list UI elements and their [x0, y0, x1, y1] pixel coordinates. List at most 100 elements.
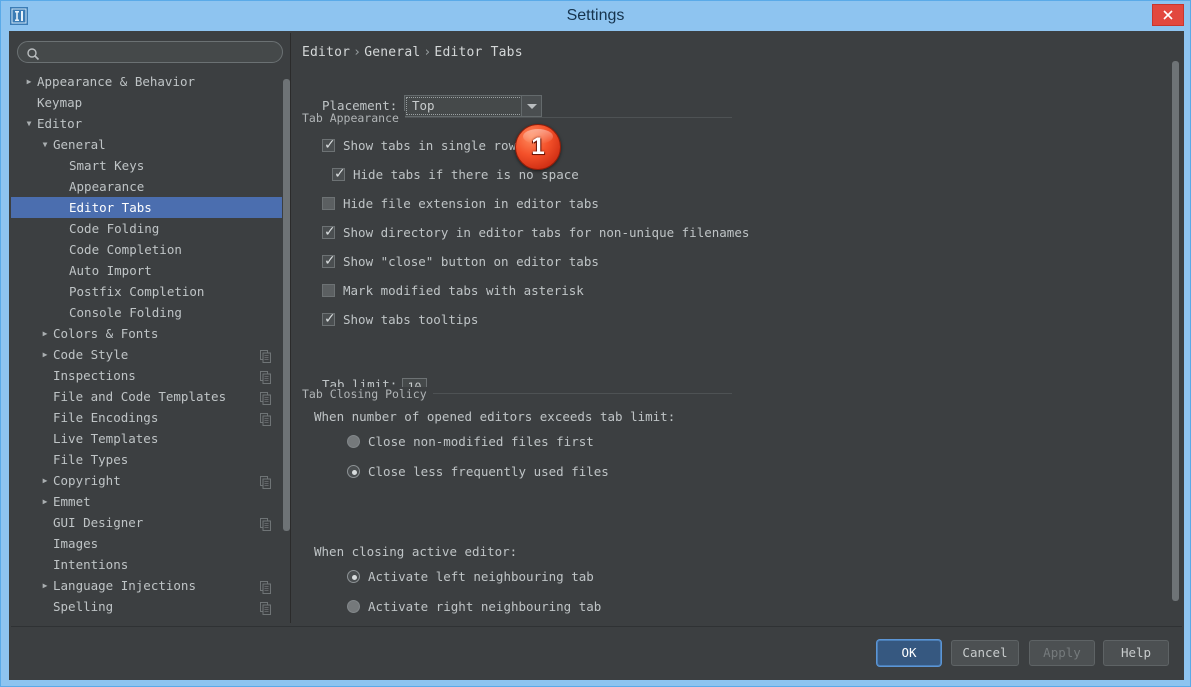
- sidebar-item-images[interactable]: Images: [11, 533, 289, 554]
- radio-label: Close non-modified files first: [368, 434, 594, 449]
- sidebar-item-inspections[interactable]: Inspections: [11, 365, 289, 386]
- exceeds-prompt: When number of opened editors exceeds ta…: [314, 409, 676, 424]
- sidebar-item-general[interactable]: ▼ General: [11, 134, 289, 155]
- radio-unselected-icon[interactable]: [347, 600, 360, 613]
- sidebar-item-live-templates[interactable]: Live Templates: [11, 428, 289, 449]
- checkbox-checked-icon[interactable]: ✓: [322, 225, 336, 239]
- sidebar-item-label: Copyright: [53, 473, 121, 488]
- checkbox-unchecked-icon[interactable]: [322, 284, 335, 297]
- chevron-right-icon[interactable]: ▶: [39, 323, 51, 344]
- copy-settings-icon[interactable]: [260, 390, 271, 405]
- checkbox-label: Show directory in editor tabs for non-un…: [343, 225, 750, 240]
- search-icon: [26, 46, 40, 61]
- help-button[interactable]: Help: [1103, 640, 1169, 666]
- close-button[interactable]: [1152, 4, 1184, 26]
- sidebar-item-postfix-completion[interactable]: Postfix Completion: [11, 281, 289, 302]
- settings-dialog-window: Settings ▶ Appearance & Behavior Keymap ▼ Ed…: [0, 0, 1191, 687]
- sidebar-item-console-folding[interactable]: Console Folding: [11, 302, 289, 323]
- sidebar-item-copyright[interactable]: ▶ Copyright: [11, 470, 289, 491]
- checkbox-label: Show tabs tooltips: [343, 312, 479, 327]
- breadcrumb-segment: General: [364, 45, 421, 60]
- sidebar-item-code-completion[interactable]: Code Completion: [11, 239, 289, 260]
- closing-prompt: When closing active editor:: [314, 544, 518, 559]
- placement-dropdown[interactable]: Top: [404, 95, 542, 117]
- sidebar-item-intentions[interactable]: Intentions: [11, 554, 289, 575]
- sidebar-item-file-and-code-templates[interactable]: File and Code Templates: [11, 386, 289, 407]
- sidebar-item-label: Intentions: [53, 557, 129, 572]
- copy-settings-icon[interactable]: [260, 516, 271, 531]
- sidebar-item-gui-designer[interactable]: GUI Designer: [11, 512, 289, 533]
- cancel-button[interactable]: Cancel: [951, 640, 1019, 666]
- copy-settings-icon[interactable]: [260, 600, 271, 615]
- sidebar-item-file-encodings[interactable]: File Encodings: [11, 407, 289, 428]
- sidebar-item-label: Console Folding: [69, 305, 182, 320]
- sidebar-item-emmet[interactable]: ▶ Emmet: [11, 491, 289, 512]
- dialog-footer: OK Cancel Apply Help: [11, 626, 1182, 678]
- sidebar-item-code-folding[interactable]: Code Folding: [11, 218, 289, 239]
- breadcrumb-segment: Editor Tabs: [434, 45, 523, 60]
- checkbox-unchecked-icon[interactable]: [322, 197, 335, 210]
- sidebar-item-language-injections[interactable]: ▶ Language Injections: [11, 575, 289, 596]
- checkbox-label: Show "close" button on editor tabs: [343, 254, 599, 269]
- breadcrumb-segment: Editor: [302, 45, 351, 60]
- chevron-right-icon[interactable]: ▶: [39, 575, 51, 596]
- sidebar-scrollbar-thumb[interactable]: [283, 79, 290, 531]
- checkbox-checked-icon[interactable]: ✓: [322, 312, 336, 326]
- sidebar-item-smart-keys[interactable]: Smart Keys: [11, 155, 289, 176]
- sidebar-item-label: Auto Import: [69, 263, 152, 278]
- sidebar-item-keymap[interactable]: Keymap: [11, 92, 289, 113]
- checkbox-checked-icon[interactable]: ✓: [322, 138, 336, 152]
- copy-settings-icon[interactable]: [260, 348, 271, 363]
- sidebar-item-label: Code Style: [53, 347, 129, 362]
- chevron-down-icon[interactable]: [521, 96, 541, 116]
- content-scrollbar-thumb[interactable]: [1172, 61, 1179, 601]
- ok-button[interactable]: OK: [877, 640, 941, 666]
- sidebar-item-label: Smart Keys: [69, 158, 145, 173]
- sidebar-item-editor[interactable]: ▼ Editor: [11, 113, 289, 134]
- search-input[interactable]: [44, 42, 278, 62]
- checkbox-label: Show tabs in single row: [343, 138, 517, 153]
- sidebar-item-label: Editor: [37, 116, 83, 131]
- checkbox-checked-icon[interactable]: ✓: [322, 254, 336, 268]
- sidebar-item-label: Editor Tabs: [69, 200, 152, 215]
- radio-selected-icon[interactable]: [347, 465, 360, 478]
- title-bar: Settings: [1, 1, 1190, 31]
- sidebar-item-editor-tabs[interactable]: Editor Tabs: [11, 197, 289, 218]
- breadcrumb-separator: ›: [353, 45, 362, 60]
- radio-unselected-icon[interactable]: [347, 435, 360, 448]
- sidebar-item-colors-fonts[interactable]: ▶ Colors & Fonts: [11, 323, 289, 344]
- dialog-body: ▶ Appearance & Behavior Keymap ▼ Editor ▼ Gene…: [9, 31, 1184, 680]
- copy-settings-icon[interactable]: [260, 474, 271, 489]
- breadcrumb-separator: ›: [423, 45, 432, 60]
- search-box[interactable]: [17, 41, 283, 63]
- checkbox-label: Mark modified tabs with asterisk: [343, 283, 584, 298]
- sidebar-item-appearance-behavior[interactable]: ▶ Appearance & Behavior: [11, 71, 289, 92]
- chevron-down-icon[interactable]: ▼: [23, 113, 35, 134]
- chevron-right-icon[interactable]: ▶: [23, 71, 35, 92]
- chevron-right-icon[interactable]: ▶: [39, 470, 51, 491]
- checkbox-checked-icon[interactable]: ✓: [332, 167, 346, 181]
- sidebar-item-auto-import[interactable]: Auto Import: [11, 260, 289, 281]
- sidebar-item-spelling[interactable]: Spelling: [11, 596, 289, 617]
- sidebar-divider: [290, 33, 291, 623]
- chevron-down-icon[interactable]: ▼: [39, 134, 51, 155]
- sidebar-item-label: GUI Designer: [53, 515, 144, 530]
- copy-settings-icon[interactable]: [260, 579, 271, 594]
- sidebar-item-appearance[interactable]: Appearance: [11, 176, 289, 197]
- chevron-right-icon[interactable]: ▶: [39, 491, 51, 512]
- sidebar-item-code-style[interactable]: ▶ Code Style: [11, 344, 289, 365]
- radio-selected-icon[interactable]: [347, 570, 360, 583]
- chevron-right-icon[interactable]: ▶: [39, 344, 51, 365]
- sidebar-item-label: General: [53, 137, 106, 152]
- sidebar-item-label: Appearance: [69, 179, 145, 194]
- sidebar-item-label: File Encodings: [53, 410, 159, 425]
- copy-settings-icon[interactable]: [260, 411, 271, 426]
- sidebar-item-label: Live Templates: [53, 431, 159, 446]
- copy-settings-icon[interactable]: [260, 369, 271, 384]
- apply-button: Apply: [1029, 640, 1095, 666]
- group-header-tab-appearance: Tab Appearance: [302, 111, 405, 125]
- checkbox-label: Hide file extension in editor tabs: [343, 196, 599, 211]
- sidebar-item-label: Emmet: [53, 494, 91, 509]
- sidebar-item-file-types[interactable]: File Types: [11, 449, 289, 470]
- placement-value: Top: [412, 98, 435, 113]
